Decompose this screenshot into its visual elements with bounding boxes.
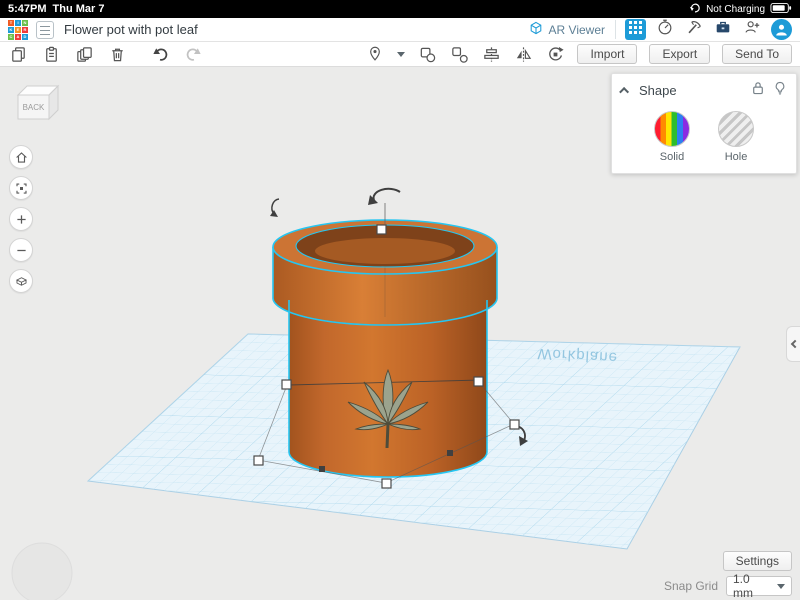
scale-handle-edge-right[interactable] <box>447 450 453 456</box>
copy-button[interactable] <box>8 44 28 64</box>
shape-panel-title: Shape <box>639 83 677 98</box>
add-user-button[interactable] <box>742 20 762 40</box>
rotation-lock-icon <box>689 2 701 17</box>
logo-tile: C <box>8 33 14 40</box>
export-button[interactable]: Export <box>649 44 711 64</box>
fit-view-button[interactable] <box>9 176 33 200</box>
scale-handle-edge-left[interactable] <box>319 466 325 472</box>
battery-status-label: Not Charging <box>706 3 765 15</box>
page-title[interactable]: Flower pot with pot leaf <box>64 22 198 37</box>
zoom-in-button[interactable] <box>9 207 33 231</box>
duplicate-button[interactable] <box>74 44 94 64</box>
pickaxe-icon <box>685 18 703 41</box>
workplane-helper-button[interactable] <box>365 44 385 64</box>
person-add-icon <box>743 18 761 41</box>
scale-handle-back-right[interactable] <box>473 376 484 387</box>
helper-dropdown-caret[interactable] <box>397 51 406 57</box>
hole-swatch[interactable] <box>718 111 754 147</box>
design-menu-icon[interactable] <box>36 20 54 39</box>
gauge-icon <box>656 18 674 41</box>
logo-tile: D <box>22 33 28 40</box>
orbit-control-hint <box>11 542 73 600</box>
logo-tile: A <box>15 33 21 40</box>
group-button[interactable] <box>417 44 437 64</box>
tinkercad-app: 5:47PM Thu Mar 7 Not Charging T I N K E … <box>0 0 800 600</box>
status-bar: 5:47PM Thu Mar 7 Not Charging <box>0 0 800 18</box>
mirror-button[interactable] <box>513 44 533 64</box>
perspective-toggle-button[interactable] <box>9 269 33 293</box>
pickaxe-button[interactable] <box>684 20 704 40</box>
scale-handle-front[interactable] <box>381 478 392 489</box>
ungroup-button[interactable] <box>449 44 469 64</box>
rotate-button[interactable] <box>545 44 565 64</box>
scale-handle-top[interactable] <box>376 224 387 235</box>
logo-tile: K <box>8 26 14 33</box>
scale-handle-left[interactable] <box>253 455 264 466</box>
canvas-area[interactable]: Workplane BACK Shape Solid Hole Settings… <box>0 67 800 600</box>
view-cube[interactable]: BACK <box>13 81 63 129</box>
lightbulb-icon[interactable] <box>774 81 786 100</box>
snap-grid-select[interactable]: 1.0 mm <box>726 572 792 600</box>
home-view-button[interactable] <box>9 145 33 169</box>
rotate-arrow-top[interactable] <box>368 187 401 224</box>
panel-collapse-tab[interactable] <box>786 326 800 362</box>
ar-cube-icon <box>528 20 544 39</box>
briefcase-icon <box>714 18 732 41</box>
import-button[interactable]: Import <box>577 44 638 64</box>
zoom-out-button[interactable] <box>9 238 33 262</box>
chevron-left-icon <box>790 339 800 349</box>
solid-label: Solid <box>659 151 685 163</box>
solid-option[interactable]: Solid <box>654 111 690 163</box>
undo-button[interactable] <box>150 44 170 64</box>
status-date: Thu Mar 7 <box>52 3 105 15</box>
align-button[interactable] <box>481 44 501 64</box>
grid-icon <box>629 20 642 39</box>
battery-icon <box>770 2 792 17</box>
logo-tile: R <box>22 26 28 33</box>
avatar[interactable] <box>771 19 792 40</box>
delete-button[interactable] <box>107 44 127 64</box>
logo-tile: T <box>8 19 14 26</box>
settings-button[interactable]: Settings <box>722 551 792 571</box>
gauge-button[interactable] <box>655 18 675 41</box>
logo-tile: E <box>15 26 21 33</box>
chevron-down-icon <box>777 583 785 589</box>
lock-icon[interactable] <box>752 81 764 100</box>
snap-grid-label: Snap Grid <box>663 579 718 593</box>
top-bar: T I N K E R C A D Flower pot with pot le… <box>0 18 800 42</box>
hole-option[interactable]: Hole <box>718 111 754 163</box>
snap-grid-value: 1.0 mm <box>733 572 753 600</box>
shape-panel-header: Shape <box>612 74 796 105</box>
send-to-button[interactable]: Send To <box>722 44 792 64</box>
view-nav-toolbar <box>9 145 33 293</box>
shape-panel: Shape Solid Hole <box>611 73 797 174</box>
rotate-arrow-left[interactable] <box>270 198 280 217</box>
ar-viewer-button[interactable]: AR Viewer <box>528 20 616 39</box>
status-time: 5:47PM <box>8 3 47 15</box>
paste-button[interactable] <box>41 44 61 64</box>
solid-color-swatch[interactable] <box>654 111 690 147</box>
briefcase-button[interactable] <box>713 20 733 40</box>
logo-tile: I <box>15 19 21 26</box>
scale-handle-back-left[interactable] <box>281 379 292 390</box>
redo-button[interactable] <box>183 44 203 64</box>
ar-viewer-label: AR Viewer <box>548 22 605 37</box>
shapes-grid-button[interactable] <box>625 19 646 40</box>
view-cube-face-label: BACK <box>23 103 45 112</box>
collapse-panel-icon[interactable] <box>619 86 630 97</box>
tinkercad-logo[interactable]: T I N K E R C A D <box>8 19 28 40</box>
hole-label: Hole <box>724 151 748 163</box>
logo-tile: N <box>22 19 28 26</box>
action-toolbar: Import Export Send To <box>0 42 800 67</box>
pot-model[interactable] <box>272 219 498 478</box>
scale-handle-right[interactable] <box>509 419 520 430</box>
